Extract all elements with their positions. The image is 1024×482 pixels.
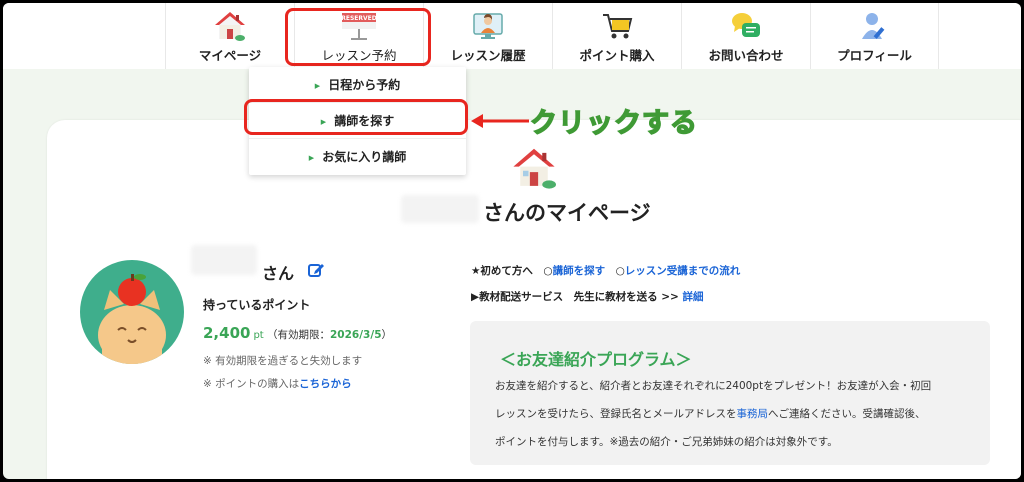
note-purchase: ※ ポイントの購入はこちらから	[203, 376, 352, 391]
dropdown-item-label: 日程から予約	[328, 78, 401, 92]
friend-referral-title: ＜お友達紹介プログラム＞	[500, 350, 692, 369]
arrow-left-icon	[471, 114, 529, 128]
friend-line-2-suffix: へご連絡ください。受講確認後、	[768, 408, 926, 420]
friend-referral-body: お友達を紹介すると、紹介者とお友達それぞれに2400ptをプレゼント！お友達が入…	[495, 372, 975, 456]
triangle-icon: ▶	[314, 81, 321, 90]
highlight-find-teacher	[244, 99, 468, 135]
note-expire: ※ 有効期限を過ぎると失効します	[203, 355, 363, 367]
points-unit: pt	[253, 330, 264, 341]
points-label: 持っているポイント	[203, 298, 311, 312]
nav-label: マイページ	[198, 48, 262, 63]
home-icon	[513, 148, 556, 189]
points-expiry: （有効期限：2026/3/5）	[267, 327, 392, 342]
office-link[interactable]: 事務局	[737, 408, 769, 420]
nav-label: レッスン履歴	[450, 48, 526, 63]
dropdown-item-label: お気に入り講師	[322, 150, 407, 164]
home-icon	[215, 12, 245, 41]
avatar	[80, 260, 184, 364]
top-nav: マイページ RESERVED レッスン予約 レッスン履歴 ポイント購入 お問い合…	[3, 3, 1021, 69]
expiry-suffix: ）	[381, 329, 393, 341]
triangle-icon: ▶	[308, 153, 315, 162]
points-number: 2,400	[203, 324, 251, 342]
find-teacher-link[interactable]: 講師を探す	[553, 265, 606, 277]
info-delivery: ▶教材配送サービス 先生に教材を送る >> 詳細	[471, 289, 703, 304]
points-value: 2,400 pt	[203, 324, 264, 342]
shopping-cart-icon	[603, 14, 633, 39]
info-circle: ○	[605, 265, 625, 277]
redacted-name	[401, 195, 479, 223]
nav-label: プロフィール	[837, 48, 912, 63]
nav-item-mypage[interactable]: マイページ	[165, 3, 294, 69]
edit-icon[interactable]	[307, 261, 325, 279]
chat-bubbles-icon	[732, 13, 760, 37]
redacted-username	[191, 245, 257, 275]
nav-item-point-purchase[interactable]: ポイント購入	[552, 3, 681, 69]
info-first-prefix: ★初めて方へ ○	[471, 265, 553, 277]
nav-label: ポイント購入	[579, 48, 655, 63]
nav-item-lesson-history[interactable]: レッスン履歴	[423, 3, 552, 69]
nav-label: お問い合わせ	[708, 48, 784, 63]
expiry-prefix: （有効期限：	[267, 329, 330, 341]
note-purchase-prefix: ※ ポイントの購入は	[203, 378, 300, 390]
user-name-suffix: さん	[262, 264, 295, 283]
info-first-time: ★初めて方へ ○講師を探す ○レッスン受講までの流れ	[471, 263, 740, 278]
user-profile-icon	[861, 13, 884, 39]
dropdown-item-schedule[interactable]: ▶ 日程から予約	[249, 67, 466, 103]
nav-item-contact[interactable]: お問い合わせ	[681, 3, 810, 69]
highlight-lesson-reserve	[285, 8, 431, 66]
app-window: マイページ RESERVED レッスン予約 レッスン履歴 ポイント購入 お問い合…	[3, 3, 1021, 479]
friend-line-2: レッスンを受けたら、登録氏名とメールアドレスを事務局へご連絡ください。受講確認後…	[495, 400, 975, 428]
page-title: さんのマイページ	[483, 201, 651, 225]
detail-link[interactable]: 詳細	[682, 291, 703, 303]
friend-line-2-prefix: レッスンを受けたら、登録氏名とメールアドレスを	[495, 408, 737, 420]
purchase-link[interactable]: こちらから	[299, 378, 352, 390]
teacher-screen-icon	[473, 13, 503, 39]
expiry-date: 2026/3/5	[330, 329, 382, 341]
delivery-text: ▶教材配送サービス 先生に教材を送る >>	[471, 291, 683, 303]
nav-item-profile[interactable]: プロフィール	[810, 3, 939, 69]
dropdown-item-favorites[interactable]: ▶ お気に入り講師	[249, 139, 466, 175]
lesson-flow-link[interactable]: レッスン受講までの流れ	[625, 265, 741, 277]
friend-line-3: ポイントを付与します。※過去の紹介・ご兄弟姉妹の紹介は対象外です。	[495, 436, 838, 448]
friend-line-1: お友達を紹介すると、紹介者とお友達それぞれに2400ptをプレゼント！お友達が入…	[495, 380, 932, 392]
cat-apple-avatar-icon	[98, 274, 166, 364]
callout-click: クリックする	[529, 107, 698, 140]
